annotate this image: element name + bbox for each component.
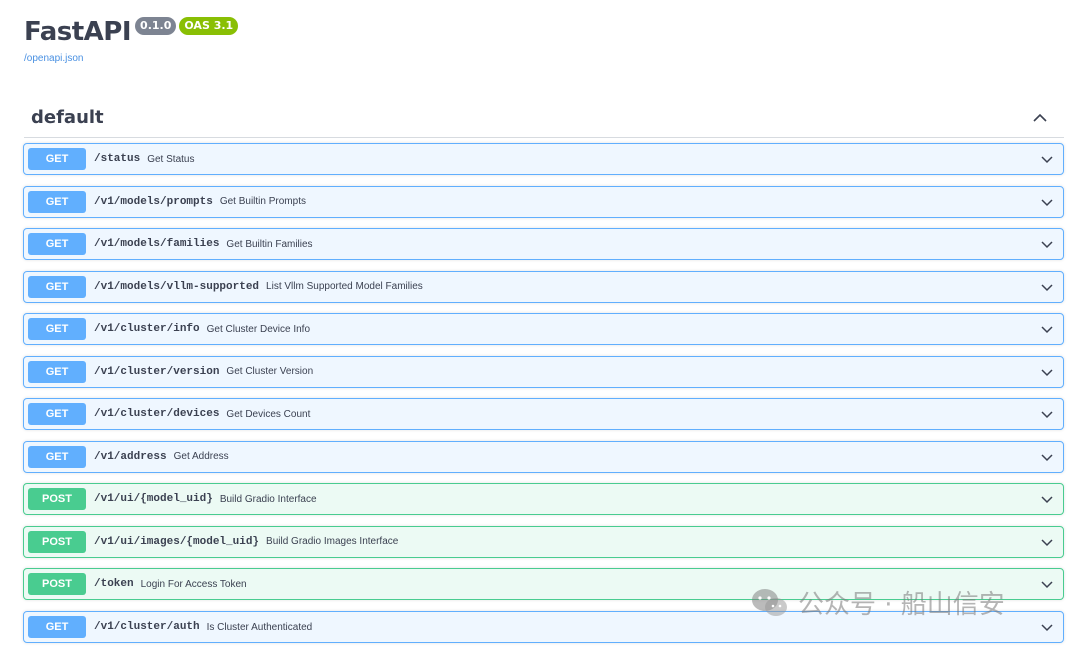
operation-path: /v1/cluster/version [94, 365, 220, 378]
operation-path: /v1/cluster/info [94, 323, 200, 336]
chevron-down-icon[interactable] [1039, 237, 1055, 253]
operation-row[interactable]: GET/v1/cluster/info Get Cluster Device In… [23, 313, 1064, 346]
openapi-json-link[interactable]: /openapi.json [24, 53, 238, 64]
method-badge: GET [28, 403, 86, 426]
operations-list: GET/status Get Status GET/v1/models/prompt… [23, 143, 1064, 654]
operation-path: /v1/models/vllm-supported [94, 280, 260, 293]
chevron-down-icon[interactable] [1039, 535, 1055, 551]
operation-path: /v1/address [94, 450, 167, 463]
chevron-down-icon[interactable] [1039, 280, 1055, 296]
method-badge: GET [28, 445, 86, 468]
api-info: FastAPI 0.1.0 OAS 3.1 /openapi.json [24, 12, 239, 64]
operation-summary: Get Devices Count [226, 408, 311, 420]
operation-summary: Is Cluster Authenticated [206, 621, 313, 633]
operation-path: /v1/models/prompts [94, 195, 213, 208]
method-badge: POST [28, 530, 86, 553]
chevron-down-icon[interactable] [1039, 450, 1055, 466]
operation-row[interactable]: GET/status Get Status [23, 143, 1064, 175]
chevron-down-icon[interactable] [1039, 577, 1055, 593]
operation-summary: Get Builtin Prompts [219, 196, 306, 208]
operation-path: /v1/cluster/devices [94, 408, 220, 421]
oas-badge: OAS 3.1 [179, 17, 239, 35]
chevron-down-icon[interactable] [1039, 407, 1055, 423]
operation-row[interactable]: GET/v1/address Get Address [23, 440, 1064, 473]
operation-path: /status [94, 153, 141, 165]
operation-path: /v1/ui/images/{model_uid} [94, 535, 260, 548]
method-badge: GET [28, 190, 86, 213]
page-title: FastAPI [24, 17, 132, 47]
method-badge: GET [28, 318, 86, 341]
operation-row[interactable]: POST/v1/ui/{model_uid} Build Gradio Inter… [23, 483, 1064, 516]
operation-row[interactable]: POST/v1/ui/images/{model_uid} Build Gradi… [23, 525, 1064, 558]
operation-path: /v1/cluster/auth [94, 621, 200, 634]
operation-summary: Build Gradio Images Interface [266, 536, 399, 548]
operation-summary: Get Builtin Families [226, 238, 313, 250]
version-badge: 0.1.0 [135, 17, 177, 35]
operation-summary: Login For Access Token [140, 578, 247, 590]
chevron-down-icon[interactable] [1039, 620, 1055, 636]
operation-path: /v1/models/families [94, 238, 220, 251]
method-badge: GET [28, 616, 86, 639]
method-badge: GET [28, 148, 86, 170]
operation-row[interactable]: GET/v1/cluster/version Get Cluster Versio… [23, 355, 1064, 388]
method-badge: GET [28, 233, 86, 256]
operation-row[interactable]: GET/v1/models/families Get Builtin Famili… [23, 228, 1064, 261]
chevron-down-icon[interactable] [1039, 365, 1055, 381]
operation-summary: Get Status [147, 153, 195, 165]
operation-path: /v1/ui/{model_uid} [94, 493, 213, 506]
chevron-down-icon[interactable] [1039, 152, 1055, 168]
chevron-up-icon[interactable] [1030, 108, 1050, 128]
title-row: FastAPI 0.1.0 OAS 3.1 [24, 12, 239, 52]
method-badge: POST [28, 488, 86, 511]
operation-row[interactable]: GET/v1/models/prompts Get Builtin Prompts [23, 185, 1064, 218]
operation-row[interactable]: GET/v1/cluster/auth Is Cluster Authentica… [23, 611, 1064, 644]
operation-row[interactable]: GET/v1/models/vllm-supported List Vllm Su… [23, 270, 1064, 303]
operation-row[interactable]: GET/v1/cluster/devices Get Devices Count [23, 398, 1064, 431]
operation-summary: Get Cluster Version [226, 366, 314, 378]
section-title: default [31, 107, 104, 128]
operation-row[interactable]: POST/token Login For Access Token [23, 568, 1064, 601]
operation-summary: Get Address [173, 451, 229, 463]
operation-summary: Get Cluster Device Info [206, 323, 310, 335]
chevron-down-icon[interactable] [1039, 322, 1055, 338]
chevron-down-icon[interactable] [1039, 195, 1055, 211]
method-badge: POST [28, 573, 86, 596]
method-badge: GET [28, 360, 86, 383]
operation-summary: Build Gradio Interface [219, 493, 317, 505]
operation-summary: List Vllm Supported Model Families [266, 281, 423, 293]
operation-path: /token [94, 578, 134, 591]
method-badge: GET [28, 275, 86, 298]
chevron-down-icon[interactable] [1039, 492, 1055, 508]
section-header-default[interactable]: default [24, 98, 1064, 138]
